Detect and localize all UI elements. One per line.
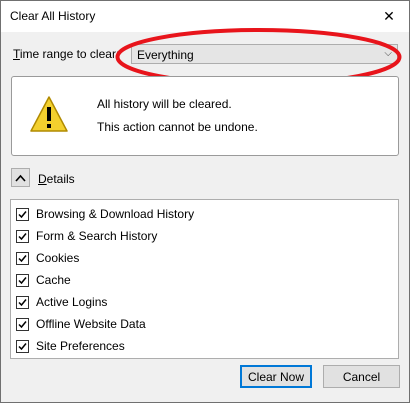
time-range-label-mnemonic: T: [13, 47, 20, 61]
close-icon[interactable]: ✕: [369, 1, 409, 31]
item-label: Active Logins: [36, 295, 108, 309]
item-label: Cookies: [36, 251, 80, 265]
history-items-list: Browsing & Download History Form & Searc…: [10, 199, 399, 359]
checkbox-checked[interactable]: [16, 317, 29, 331]
list-item[interactable]: Form & Search History: [16, 227, 157, 245]
list-item[interactable]: Cache: [16, 271, 71, 289]
warning-text-secondary: This action cannot be undone.: [97, 120, 258, 134]
cancel-button[interactable]: Cancel: [323, 365, 400, 388]
item-label: Offline Website Data: [36, 317, 146, 331]
list-item[interactable]: Cookies: [16, 249, 79, 267]
details-toggle-button[interactable]: [11, 168, 30, 187]
checkbox-checked[interactable]: [16, 229, 29, 243]
checkbox-checked[interactable]: [16, 251, 29, 265]
chevron-down-icon: ⌵: [384, 48, 392, 59]
item-label: Site Preferences: [36, 339, 125, 353]
checkbox-checked[interactable]: [16, 295, 29, 309]
list-item[interactable]: Offline Website Data: [16, 315, 146, 333]
dialog-title: Clear All History: [10, 9, 96, 23]
chevron-up-icon: [15, 174, 26, 182]
time-range-label: Time range to clear:: [13, 47, 119, 61]
clear-history-dialog: Clear All History ✕ Time range to clear:…: [0, 0, 410, 403]
details-label-mnemonic: D: [38, 172, 47, 186]
checkbox-checked[interactable]: [16, 339, 29, 353]
details-label-text: etails: [46, 172, 75, 186]
item-label: Cache: [36, 273, 71, 287]
checkbox-checked[interactable]: [16, 273, 29, 287]
titlebar: Clear All History ✕: [1, 1, 409, 32]
list-item[interactable]: Active Logins: [16, 293, 107, 311]
checkbox-checked[interactable]: [16, 207, 29, 221]
list-item[interactable]: Site Preferences: [16, 337, 125, 355]
item-label: Form & Search History: [36, 229, 158, 243]
time-range-select[interactable]: Everything ⌵: [131, 44, 398, 64]
dialog-content: Time range to clear: Everything ⌵ All hi…: [1, 28, 409, 402]
time-range-label-text: ime range to clear:: [19, 47, 120, 61]
warning-text-primary: All history will be cleared.: [97, 97, 232, 111]
item-label: Browsing & Download History: [36, 207, 195, 221]
warning-icon: [30, 96, 68, 132]
details-label: Details: [38, 172, 75, 186]
warning-box: All history will be cleared. This action…: [11, 76, 399, 156]
list-item[interactable]: Browsing & Download History: [16, 205, 194, 223]
clear-now-button[interactable]: Clear Now: [240, 365, 312, 388]
time-range-value: Everything: [137, 48, 194, 62]
